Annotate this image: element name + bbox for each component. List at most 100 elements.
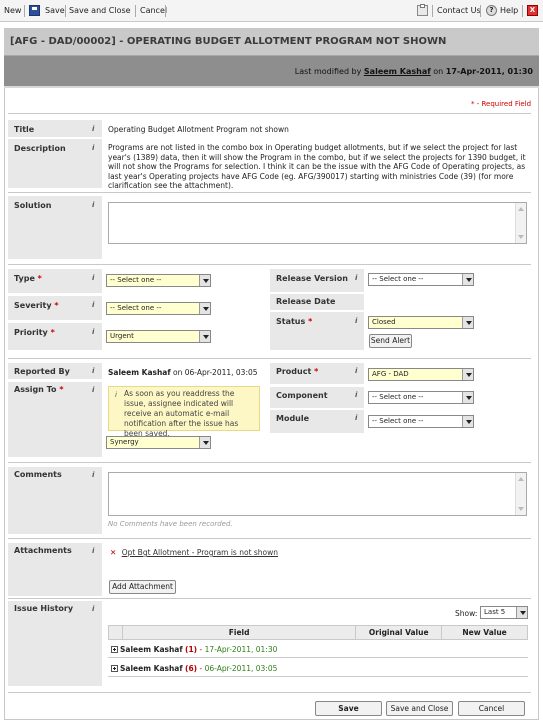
- info-icon[interactable]: i: [92, 144, 94, 152]
- info-icon[interactable]: i: [355, 414, 357, 422]
- history-row[interactable]: Saleem Kashaf (6) - 06-Apr-2011, 03:05: [108, 661, 528, 677]
- save-button[interactable]: Save: [45, 6, 65, 15]
- info-icon[interactable]: i: [92, 274, 94, 282]
- cancel-button[interactable]: Cancel: [140, 6, 167, 15]
- solution-textarea[interactable]: [108, 202, 527, 244]
- info-icon[interactable]: i: [92, 605, 94, 613]
- comments-scrollbar[interactable]: [515, 473, 526, 515]
- expand-column-header: [108, 625, 123, 640]
- comments-textarea[interactable]: [108, 472, 527, 516]
- module-label-cell: Module i: [270, 410, 364, 434]
- product-select[interactable]: AFG - DAD: [368, 368, 474, 381]
- chevron-down-icon[interactable]: [462, 416, 473, 427]
- info-icon[interactable]: i: [92, 386, 94, 394]
- assign-notification-hint: i As soon as you readdress the issue, as…: [108, 386, 260, 438]
- chevron-down-icon[interactable]: [199, 437, 210, 448]
- history-date: 17-Apr-2011, 01:30: [204, 645, 278, 654]
- chevron-down-icon[interactable]: [462, 317, 473, 328]
- contact-us-link[interactable]: Contact Us: [437, 6, 481, 15]
- attachment-link[interactable]: Opt Bgt Allotment - Program is not shown: [122, 548, 278, 557]
- scroll-down-icon[interactable]: [518, 507, 524, 511]
- help-link[interactable]: Help: [500, 6, 518, 15]
- assign-to-select[interactable]: Synergy: [106, 436, 211, 449]
- add-attachment-button[interactable]: Add Attachment: [109, 580, 176, 594]
- expand-icon[interactable]: [111, 665, 118, 672]
- module-label: Module: [276, 414, 310, 423]
- info-icon[interactable]: i: [355, 367, 357, 375]
- priority-label-cell: Priority * i: [8, 323, 102, 351]
- info-icon[interactable]: i: [92, 301, 94, 309]
- scroll-down-icon[interactable]: [518, 235, 524, 239]
- modified-user-link[interactable]: Saleem Kashaf: [364, 67, 431, 76]
- toolbar-divider: [432, 5, 433, 17]
- severity-select[interactable]: -- Select one --: [106, 302, 211, 315]
- history-show-select[interactable]: Last 5: [480, 606, 528, 619]
- scroll-up-icon[interactable]: [518, 477, 524, 481]
- chevron-down-icon[interactable]: [462, 392, 473, 403]
- section-divider: [8, 264, 531, 265]
- new-button[interactable]: New: [4, 6, 21, 15]
- toolbar-divider: [522, 5, 523, 17]
- status-label-cell: Status * i: [270, 312, 364, 351]
- toolbar-divider: [165, 5, 166, 17]
- chevron-down-icon[interactable]: [462, 274, 473, 285]
- chevron-down-icon[interactable]: [462, 369, 473, 380]
- type-select-value: -- Select one --: [110, 276, 162, 284]
- issue-history-label: Issue History: [14, 604, 74, 613]
- description-label: Description: [14, 144, 66, 153]
- type-select[interactable]: -- Select one --: [106, 274, 211, 287]
- info-icon[interactable]: i: [92, 471, 94, 479]
- chevron-down-icon[interactable]: [199, 303, 210, 314]
- info-icon[interactable]: i: [92, 367, 94, 375]
- info-icon[interactable]: i: [355, 274, 357, 282]
- info-icon[interactable]: i: [92, 547, 94, 555]
- info-icon[interactable]: i: [355, 391, 357, 399]
- chevron-down-icon[interactable]: [199, 275, 210, 286]
- history-count: (6): [185, 664, 198, 673]
- expand-icon[interactable]: [111, 646, 118, 653]
- footer-cancel-button[interactable]: Cancel: [458, 701, 525, 716]
- save-and-close-button[interactable]: Save and Close: [69, 6, 131, 15]
- info-icon[interactable]: i: [355, 317, 357, 325]
- delete-attachment-icon[interactable]: ✕: [110, 548, 116, 557]
- assign-to-label: Assign To: [14, 385, 57, 394]
- component-select[interactable]: -- Select one --: [368, 391, 474, 404]
- attachment-item: ✕ Opt Bgt Allotment - Program is not sho…: [110, 548, 278, 558]
- section-divider: [8, 113, 531, 114]
- module-select[interactable]: -- Select one --: [368, 415, 474, 428]
- chevron-down-icon[interactable]: [199, 331, 210, 342]
- component-label: Component: [276, 391, 328, 400]
- printer-icon[interactable]: [417, 4, 428, 16]
- info-icon[interactable]: i: [92, 125, 94, 133]
- solution-label: Solution: [14, 201, 52, 210]
- toolbar-divider: [65, 5, 66, 17]
- history-row[interactable]: Saleem Kashaf (1) - 17-Apr-2011, 01:30: [108, 642, 528, 658]
- footer-save-button[interactable]: Save: [315, 701, 382, 716]
- status-select-value: Closed: [372, 318, 396, 326]
- type-label-cell: Type * i: [8, 269, 102, 294]
- chevron-down-icon[interactable]: [516, 607, 527, 618]
- description-value[interactable]: Programs are not listed in the combo box…: [108, 143, 530, 191]
- severity-label-cell: Severity * i: [8, 296, 102, 321]
- accent-divider: [4, 86, 539, 88]
- release-version-select-value: -- Select one --: [372, 275, 424, 283]
- title-value[interactable]: Operating Budget Allotment Program not s…: [108, 125, 289, 135]
- priority-select[interactable]: Urgent: [106, 330, 211, 343]
- close-window-icon[interactable]: X: [527, 5, 538, 16]
- save-disk-icon[interactable]: [29, 5, 40, 16]
- description-label-cell: Description i: [8, 139, 102, 189]
- help-icon[interactable]: ?: [486, 5, 497, 16]
- comments-label: Comments: [14, 470, 62, 479]
- solution-scrollbar[interactable]: [515, 203, 526, 243]
- status-select[interactable]: Closed: [368, 316, 474, 329]
- release-version-label: Release Version: [276, 274, 348, 283]
- release-version-select[interactable]: -- Select one --: [368, 273, 474, 286]
- send-alert-button[interactable]: Send Alert: [369, 334, 412, 348]
- assign-to-select-value: Synergy: [110, 438, 139, 446]
- section-divider: [8, 598, 531, 599]
- info-icon[interactable]: i: [92, 328, 94, 336]
- assign-to-label-cell: Assign To * i: [8, 382, 102, 458]
- scroll-up-icon[interactable]: [518, 207, 524, 211]
- footer-save-and-close-button[interactable]: Save and Close: [386, 701, 453, 716]
- info-icon[interactable]: i: [92, 201, 94, 209]
